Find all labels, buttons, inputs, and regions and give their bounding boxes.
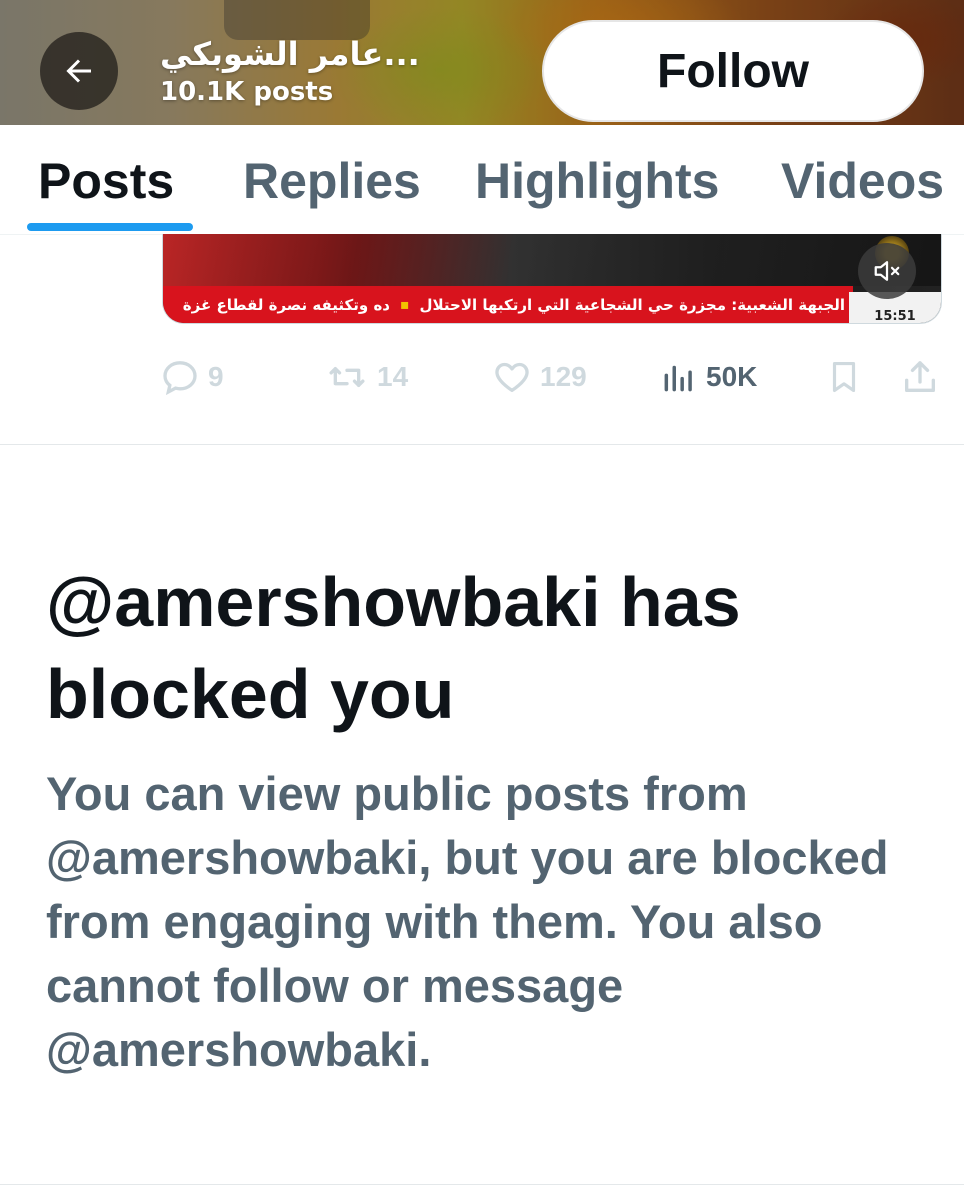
divider [0,444,964,445]
follow-button[interactable]: Follow [542,20,924,122]
arrow-left-icon [66,59,91,83]
repost-button[interactable]: 14 [325,352,408,402]
bookmark-button[interactable] [825,352,863,402]
views-button[interactable]: 50K [660,352,757,402]
blocked-description: You can view public posts from @amershow… [46,767,889,1076]
like-count: 129 [540,361,587,392]
repost-icon [329,367,365,387]
tab-videos[interactable]: Videos [781,153,944,209]
post-video[interactable]: الجبهة الشعبية: مجزرة حي الشجاعية التي ا… [162,234,942,324]
heart-icon [495,362,529,392]
share-icon [905,361,935,392]
news-ticker: الجبهة الشعبية: مجزرة حي الشجاعية التي ا… [163,286,853,323]
tab-posts[interactable]: Posts [38,153,174,209]
mute-button[interactable] [858,243,916,299]
post-count: 10.1K posts [160,77,334,107]
profile-tabs: Posts Replies Highlights Videos [0,125,964,235]
active-tab-indicator [27,223,193,231]
speaker-muted-icon [874,261,900,281]
ticker-text-right: الجبهة الشعبية: مجزرة حي الشجاعية التي ا… [419,296,845,314]
repost-count: 14 [377,361,409,392]
view-count: 50K [706,361,758,392]
post-actions: 9 14 129 50K [160,352,950,402]
back-button[interactable] [40,32,118,110]
ticker-separator: ▪ [400,297,410,313]
like-button[interactable]: 129 [492,352,587,402]
tab-replies[interactable]: Replies [243,153,421,209]
profile-display-name: عامر الشوبكي... [160,35,420,73]
profile-header: عامر الشوبكي... 10.1K posts Follow [0,0,964,125]
profile-page: عامر الشوبكي... 10.1K posts Follow Posts… [0,0,964,1200]
reply-icon [163,361,197,396]
ticker-text-left: ده وتكثيفه نصرة لقطاع غزة [182,296,391,314]
blocked-heading: @amershowbaki has blocked you [46,563,741,733]
tab-highlights[interactable]: Highlights [475,153,719,209]
divider [0,1184,964,1185]
share-button[interactable] [900,352,940,402]
reply-button[interactable]: 9 [160,352,224,402]
reply-count: 9 [208,361,224,392]
bookmark-icon [832,361,856,393]
views-chart-icon [664,365,692,392]
